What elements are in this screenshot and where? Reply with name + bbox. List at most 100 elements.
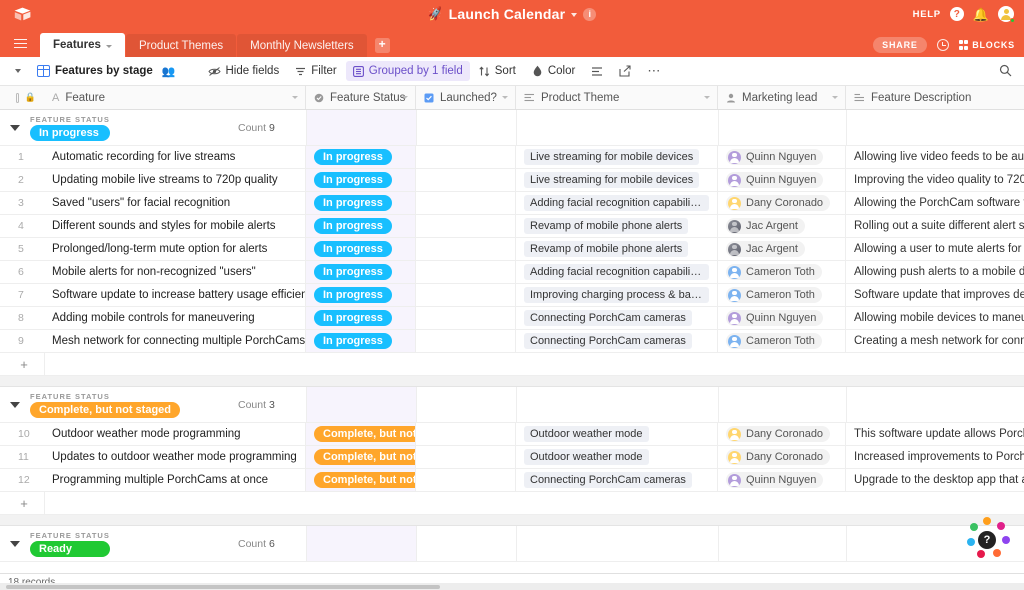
question-mark-icon[interactable]: ? bbox=[978, 531, 996, 549]
table-row[interactable]: 4 Different sounds and styles for mobile … bbox=[0, 215, 1024, 238]
cell-feature[interactable]: Updating mobile live streams to 720p qua… bbox=[44, 169, 306, 191]
table-row[interactable]: 2 Updating mobile live streams to 720p qu… bbox=[0, 169, 1024, 192]
field-header-product-theme[interactable]: Product Theme bbox=[516, 86, 718, 109]
cell-feature-status[interactable]: In progress bbox=[306, 330, 416, 352]
scrollbar-thumb[interactable] bbox=[6, 584, 440, 589]
table-row[interactable]: 7 Software update to increase battery usa… bbox=[0, 284, 1024, 307]
cell-marketing-lead[interactable]: Cameron Toth bbox=[718, 330, 846, 352]
search-button[interactable] bbox=[999, 64, 1012, 82]
cell-marketing-lead[interactable]: Quinn Nguyen bbox=[718, 469, 846, 491]
cell-marketing-lead[interactable]: Jac Argent bbox=[718, 215, 846, 237]
cell-feature[interactable]: Automatic recording for live streams bbox=[44, 146, 306, 168]
chevron-down-icon[interactable] bbox=[832, 96, 838, 99]
cell-feature-description[interactable]: Allowing live video feeds to be automati… bbox=[846, 146, 1024, 168]
info-icon[interactable]: i bbox=[583, 7, 597, 21]
cell-launched[interactable] bbox=[416, 330, 516, 352]
cell-feature[interactable]: Updates to outdoor weather mode programm… bbox=[44, 446, 306, 468]
sort-button[interactable]: Sort bbox=[472, 61, 523, 81]
plus-icon[interactable]: + bbox=[0, 357, 44, 372]
table-row[interactable]: 3 Saved "users" for facial recognition In … bbox=[0, 192, 1024, 215]
chevron-down-icon[interactable] bbox=[105, 44, 112, 48]
cell-feature-description[interactable]: Upgrade to the desktop app that allows u bbox=[846, 469, 1024, 491]
cell-feature-description[interactable]: Allowing the PorchCam software to "save" bbox=[846, 192, 1024, 214]
bell-icon[interactable]: 🔔 bbox=[973, 8, 989, 21]
cell-feature-description[interactable]: Creating a mesh network for connecting n bbox=[846, 330, 1024, 352]
cell-feature[interactable]: Adding mobile controls for maneuvering bbox=[44, 307, 306, 329]
cell-launched[interactable] bbox=[416, 423, 516, 445]
cell-feature-status[interactable]: In progress bbox=[306, 146, 416, 168]
horizontal-scrollbar[interactable] bbox=[0, 583, 1024, 590]
cell-feature[interactable]: Software update to increase battery usag… bbox=[44, 284, 306, 306]
cell-feature-description[interactable]: Allowing a user to mute alerts for a pro… bbox=[846, 238, 1024, 260]
help-widget[interactable]: ? bbox=[964, 517, 1010, 563]
field-header-feature-status[interactable]: Feature Status bbox=[306, 86, 416, 109]
cell-product-theme[interactable]: Improving charging process & battery lif… bbox=[516, 284, 718, 306]
share-button[interactable]: SHARE bbox=[873, 37, 927, 53]
field-header-feature-description[interactable]: Feature Description bbox=[846, 86, 1024, 109]
question-circle-icon[interactable]: ? bbox=[949, 7, 964, 21]
cell-marketing-lead[interactable]: Jac Argent bbox=[718, 238, 846, 260]
cell-product-theme[interactable]: Connecting PorchCam cameras bbox=[516, 469, 718, 491]
cell-launched[interactable] bbox=[416, 169, 516, 191]
group-header[interactable]: FEATURE STATUS In progress Count 9 bbox=[0, 110, 1024, 146]
cell-feature[interactable]: Outdoor weather mode programming bbox=[44, 423, 306, 445]
cell-launched[interactable] bbox=[416, 215, 516, 237]
table-row[interactable]: 12 Programming multiple PorchCams at once… bbox=[0, 469, 1024, 492]
cell-marketing-lead[interactable]: Quinn Nguyen bbox=[718, 307, 846, 329]
cell-launched[interactable] bbox=[416, 146, 516, 168]
current-view-button[interactable]: Features by stage 👥 bbox=[30, 61, 183, 82]
select-all-cell[interactable]: 🔒 bbox=[0, 86, 44, 109]
cell-feature-status[interactable]: In progress bbox=[306, 169, 416, 191]
table-row[interactable]: 10 Outdoor weather mode programming Comple… bbox=[0, 423, 1024, 446]
cell-marketing-lead[interactable]: Dany Coronado bbox=[718, 192, 846, 214]
checkbox-icon[interactable] bbox=[16, 92, 19, 103]
cell-feature-description[interactable]: Increased improvements to PorchCam's so bbox=[846, 446, 1024, 468]
cell-feature-status[interactable]: In progress bbox=[306, 284, 416, 306]
chevron-down-icon[interactable] bbox=[571, 13, 578, 17]
tab-monthly-newsletters[interactable]: Monthly Newsletters bbox=[237, 34, 367, 57]
cell-feature-status[interactable]: In progress bbox=[306, 307, 416, 329]
cell-product-theme[interactable]: Live streaming for mobile devices bbox=[516, 146, 718, 168]
plus-icon[interactable]: + bbox=[0, 496, 44, 511]
cell-feature[interactable]: Programming multiple PorchCams at once bbox=[44, 469, 306, 491]
hamburger-menu-icon[interactable] bbox=[0, 38, 40, 58]
cell-launched[interactable] bbox=[416, 192, 516, 214]
cell-launched[interactable] bbox=[416, 284, 516, 306]
chevron-down-icon[interactable] bbox=[402, 96, 408, 99]
cell-launched[interactable] bbox=[416, 307, 516, 329]
cell-feature-status[interactable]: Complete, but not staged bbox=[306, 469, 416, 491]
cell-feature-description[interactable]: Allowing mobile devices to maneuver and bbox=[846, 307, 1024, 329]
cell-product-theme[interactable]: Connecting PorchCam cameras bbox=[516, 330, 718, 352]
table-row[interactable]: 6 Mobile alerts for non-recognized "users… bbox=[0, 261, 1024, 284]
view-sidebar-toggle[interactable] bbox=[8, 65, 28, 77]
add-record-row[interactable]: + bbox=[0, 492, 1024, 515]
cell-feature[interactable]: Mobile alerts for non-recognized "users" bbox=[44, 261, 306, 283]
cell-product-theme[interactable]: Live streaming for mobile devices bbox=[516, 169, 718, 191]
cell-product-theme[interactable]: Outdoor weather mode bbox=[516, 446, 718, 468]
cell-launched[interactable] bbox=[416, 469, 516, 491]
cell-product-theme[interactable]: Connecting PorchCam cameras bbox=[516, 307, 718, 329]
add-table-button[interactable]: + bbox=[374, 38, 390, 53]
cell-product-theme[interactable]: Revamp of mobile phone alerts bbox=[516, 215, 718, 237]
cell-marketing-lead[interactable]: Quinn Nguyen bbox=[718, 169, 846, 191]
row-height-button[interactable] bbox=[584, 62, 610, 81]
cell-marketing-lead[interactable]: Quinn Nguyen bbox=[718, 146, 846, 168]
cell-marketing-lead[interactable]: Dany Coronado bbox=[718, 446, 846, 468]
cell-feature-status[interactable]: Complete, but not staged bbox=[306, 446, 416, 468]
chevron-down-icon[interactable] bbox=[502, 96, 508, 99]
chevron-down-icon[interactable] bbox=[292, 96, 298, 99]
filter-button[interactable]: Filter bbox=[288, 61, 344, 81]
cell-feature-description[interactable]: Software update that improves device eff bbox=[846, 284, 1024, 306]
cell-feature[interactable]: Saved "users" for facial recognition bbox=[44, 192, 306, 214]
group-collapse-toggle[interactable] bbox=[0, 401, 30, 408]
hide-fields-button[interactable]: Hide fields bbox=[201, 61, 287, 81]
add-record-row[interactable]: + bbox=[0, 353, 1024, 376]
cell-launched[interactable] bbox=[416, 261, 516, 283]
group-button[interactable]: Grouped by 1 field bbox=[345, 61, 470, 81]
more-options-button[interactable]: ⋯ bbox=[640, 63, 668, 79]
group-collapse-toggle[interactable] bbox=[0, 124, 30, 131]
cell-feature-status[interactable]: Complete, but not staged bbox=[306, 423, 416, 445]
share-view-button[interactable] bbox=[612, 61, 638, 81]
field-header-launched[interactable]: Launched? bbox=[416, 86, 516, 109]
record-grid[interactable]: FEATURE STATUS In progress Count 9 1 Automat… bbox=[0, 110, 1024, 573]
